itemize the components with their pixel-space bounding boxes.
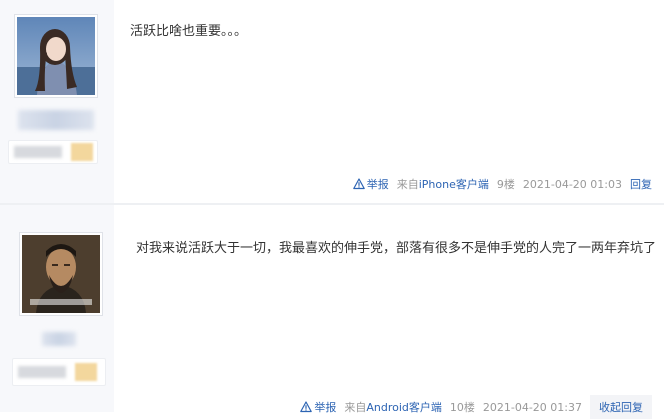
floor-number: 9楼 xyxy=(496,178,515,191)
post-floor-9: 活跃比啥也重要。。。 举报 来自iPhone客户端 9楼 2021-04-20 … xyxy=(0,0,664,203)
username-blurred[interactable] xyxy=(42,332,76,346)
avatar-image xyxy=(17,17,95,95)
level-badge[interactable] xyxy=(12,358,106,386)
client-source: 来自iPhone客户端 xyxy=(397,176,489,192)
reply-link[interactable]: 回复 xyxy=(630,176,652,192)
avatar[interactable] xyxy=(14,14,98,98)
post-floor-10: 对我来说活跃大于一切，我最喜欢的伸手党，部落有很多不是伸手党的人完了一两年弃坑了… xyxy=(0,205,664,419)
badge-level-icon xyxy=(75,363,97,381)
client-source: 来自Android客户端 xyxy=(344,399,442,415)
client-link[interactable]: Android客户端 xyxy=(366,401,442,414)
author-column xyxy=(0,0,114,203)
badge-name-blurred xyxy=(14,146,62,158)
report-label: 举报 xyxy=(366,178,389,191)
post-content: 活跃比啥也重要。。。 xyxy=(130,24,248,39)
badge-level-icon xyxy=(71,143,93,161)
client-link[interactable]: iPhone客户端 xyxy=(419,178,489,191)
avatar[interactable] xyxy=(19,232,103,316)
client-source-text: 来自Android客户端 xyxy=(344,401,442,414)
report-link[interactable]: 举报 xyxy=(352,176,389,192)
level-badge[interactable] xyxy=(8,140,98,164)
badge-name-blurred xyxy=(18,366,66,378)
client-source-text: 来自iPhone客户端 xyxy=(396,178,489,191)
post-time: 2021-04-20 01:03 xyxy=(522,177,622,191)
avatar-image xyxy=(22,235,100,313)
collapse-reply-button[interactable]: 收起回复 xyxy=(590,395,652,419)
warning-triangle-icon xyxy=(300,401,313,413)
post-tail: 举报 来自Android客户端 10楼 2021-04-20 01:37 收起回… xyxy=(300,395,652,419)
report-label: 举报 xyxy=(314,401,337,414)
post-content: 对我来说活跃大于一切，我最喜欢的伸手党，部落有很多不是伸手党的人完了一两年弃坑了 xyxy=(136,241,657,256)
floor-number: 10楼 xyxy=(449,401,475,414)
report-link[interactable]: 举报 xyxy=(300,399,336,415)
author-column xyxy=(0,205,114,412)
username-blurred[interactable] xyxy=(18,110,94,130)
warning-triangle-icon xyxy=(352,178,365,190)
post-tail: 举报 来自iPhone客户端 9楼 2021-04-20 01:03 回复 xyxy=(352,176,652,192)
